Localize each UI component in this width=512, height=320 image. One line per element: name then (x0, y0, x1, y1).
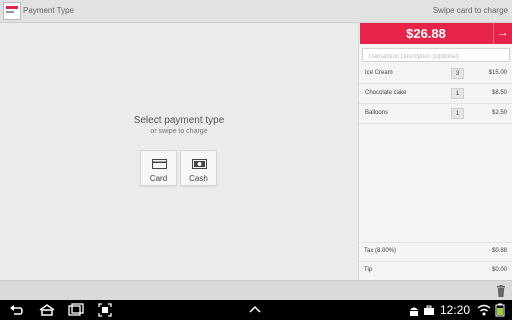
payment-type-pane: Select payment type or swipe to charge C… (0, 23, 358, 280)
wifi-icon (477, 304, 491, 316)
list-item[interactable]: Chocolate cake 1 $8.50 (359, 84, 512, 104)
tip-row[interactable]: Tip $0.00 (359, 261, 512, 279)
battery-icon (495, 303, 505, 317)
list-item[interactable]: Balloons 1 $2.50 (359, 104, 512, 124)
credit-card-icon (152, 159, 167, 169)
cash-icon (192, 159, 207, 169)
tax-row: Tax (8.00%) $0.88 (359, 242, 512, 260)
transaction-description-input[interactable] (362, 48, 510, 62)
item-name: Ice Cream (365, 70, 393, 76)
item-quantity[interactable]: 1 (451, 108, 464, 119)
select-payment-heading: Select payment type (133, 115, 225, 126)
item-price: $15.00 (488, 70, 507, 76)
trash-icon[interactable] (496, 285, 506, 297)
cash-button-label: Cash (189, 174, 208, 183)
charge-bar[interactable]: $26.88 → (360, 23, 512, 44)
order-summary-pane: $26.88 → Ice Cream 3 $15.00 Chocolate ca… (358, 23, 512, 280)
total-amount: $26.88 (406, 26, 446, 41)
swipe-subtitle: or swipe to charge (150, 128, 208, 135)
tax-value: $0.88 (491, 248, 507, 254)
item-quantity[interactable]: 1 (451, 88, 464, 99)
line-items-list: Ice Cream 3 $15.00 Chocolate cake 1 $8.5… (359, 64, 512, 124)
system-nav-bar: 12:20 (0, 300, 512, 320)
bottom-action-bar (0, 280, 512, 300)
action-bar: Payment Type Swipe card to charge (0, 0, 512, 23)
card-button-label: Card (149, 174, 168, 183)
card-button[interactable]: Card (140, 150, 177, 186)
page-title: Payment Type (23, 6, 74, 15)
app-logo-icon[interactable] (3, 2, 21, 20)
up-chevron-icon[interactable] (248, 303, 262, 317)
item-name: Chocolate cake (365, 90, 407, 96)
recent-apps-icon[interactable] (68, 303, 84, 317)
tip-value: $0.00 (491, 267, 507, 273)
item-price: $8.50 (491, 90, 507, 96)
list-item[interactable]: Ice Cream 3 $15.00 (359, 64, 512, 84)
android-icon (410, 307, 418, 316)
screenshot-icon[interactable] (98, 303, 112, 317)
home-icon[interactable] (38, 303, 56, 317)
cash-button[interactable]: Cash (180, 150, 217, 186)
back-icon[interactable] (9, 303, 23, 317)
item-price: $2.50 (491, 110, 507, 116)
briefcase-icon (424, 305, 434, 315)
swipe-hint: Swipe card to charge (432, 6, 508, 15)
clock: 12:20 (440, 303, 471, 317)
tax-label: Tax (8.00%) (364, 248, 397, 254)
tip-label: Tip (364, 267, 373, 273)
item-name: Balloons (365, 110, 389, 116)
arrow-right-icon[interactable]: → (493, 23, 512, 44)
item-quantity[interactable]: 3 (451, 68, 464, 79)
